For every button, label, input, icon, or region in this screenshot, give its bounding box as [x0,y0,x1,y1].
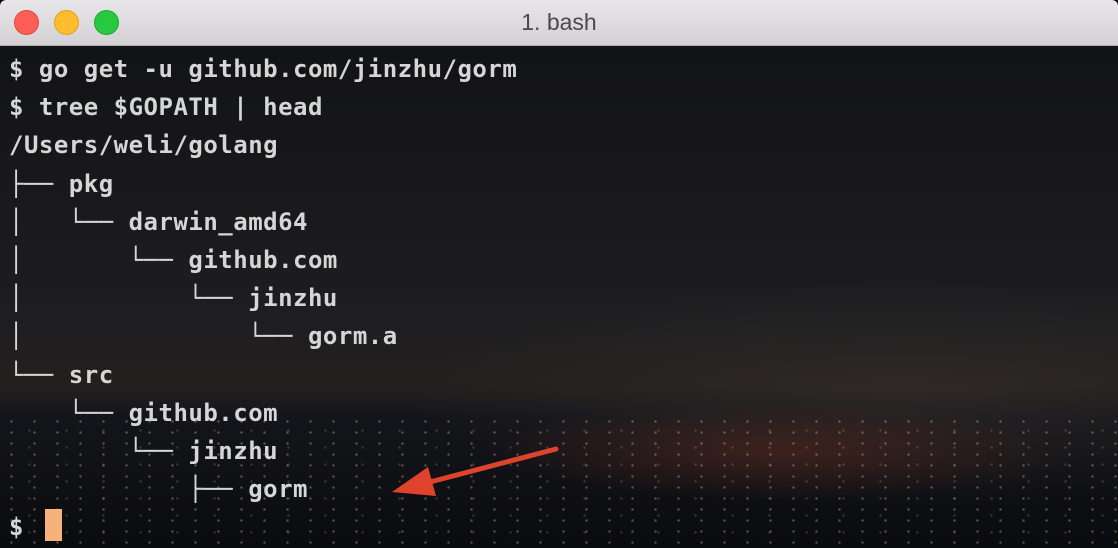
title-bar: 1. bash [0,0,1118,46]
annotation-arrow-icon [392,446,559,496]
window-title: 1. bash [521,9,597,35]
terminal-content[interactable]: $ go get -u github.com/jinzhu/gorm $ tre… [0,46,1118,548]
annotation-arrow-head [392,467,436,496]
terminal-window: 1. bash $ go get -u github.com/jinzhu/go… [0,0,1118,548]
annotation-arrow-shaft [427,446,559,485]
